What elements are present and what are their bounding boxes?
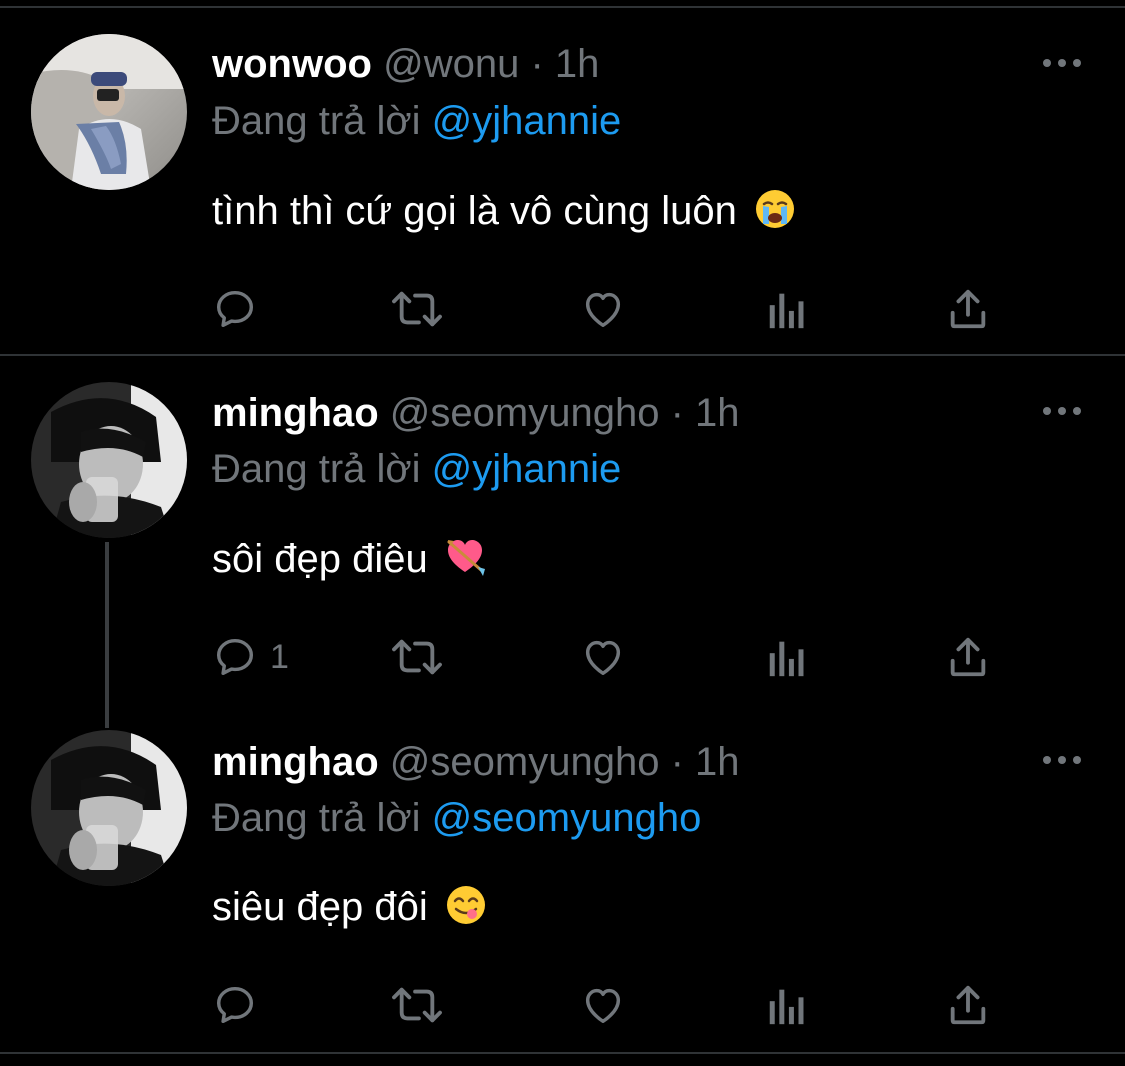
more-icon[interactable] bbox=[1040, 748, 1084, 772]
timestamp[interactable]: 1h bbox=[695, 391, 740, 435]
tweet-actions: 1 bbox=[212, 632, 1032, 682]
separator-dot: · bbox=[530, 42, 544, 86]
tweet-header: minghao @seomyungho · 1h bbox=[212, 738, 740, 786]
heart-icon bbox=[585, 988, 621, 1024]
share-button[interactable] bbox=[946, 284, 990, 334]
reply-button[interactable]: 1 bbox=[212, 632, 289, 682]
like-button[interactable] bbox=[579, 632, 627, 682]
share-button[interactable] bbox=[946, 632, 990, 682]
face-savoring-food-emoji bbox=[446, 886, 485, 924]
heart-icon bbox=[585, 640, 621, 676]
separator-dot: · bbox=[670, 391, 684, 435]
user-handle[interactable]: @seomyungho bbox=[390, 740, 660, 784]
replying-to: Đang trả lời @yjhannie bbox=[212, 445, 621, 493]
views-button[interactable] bbox=[765, 284, 809, 334]
timestamp[interactable]: 1h bbox=[555, 42, 600, 86]
reply-icon bbox=[216, 986, 254, 1024]
replying-to-label: Đang trả lời bbox=[212, 99, 421, 143]
replying-to: Đang trả lời @yjhannie bbox=[212, 97, 621, 145]
tweet-text: siêu đẹp đôi bbox=[212, 882, 487, 932]
avatar[interactable] bbox=[31, 730, 187, 886]
replying-to-label: Đang trả lời bbox=[212, 796, 421, 840]
more-icon[interactable] bbox=[1040, 399, 1084, 423]
reply-icon bbox=[216, 290, 254, 328]
tweet-minghao-2[interactable]: minghao @seomyungho · 1h Đang trả lời @s… bbox=[0, 706, 1125, 1052]
share-button[interactable] bbox=[946, 980, 990, 1030]
separator-dot: · bbox=[670, 740, 684, 784]
tweet-header: wonwoo @wonu · 1h bbox=[212, 40, 599, 88]
heart-with-arrow-emoji bbox=[447, 540, 485, 576]
bottom-divider bbox=[0, 1052, 1125, 1054]
thread-connector-line bbox=[105, 542, 109, 728]
replying-to-label: Đang trả lời bbox=[212, 447, 421, 491]
tweet-minghao-1[interactable]: minghao @seomyungho · 1h Đang trả lời @y… bbox=[0, 356, 1125, 728]
retweet-button[interactable] bbox=[388, 980, 446, 1030]
reply-count: 1 bbox=[270, 638, 289, 676]
retweet-button[interactable] bbox=[388, 284, 446, 334]
avatar[interactable] bbox=[31, 382, 187, 538]
tweet-text: sôi đẹp điêu bbox=[212, 534, 487, 584]
retweet-icon bbox=[392, 639, 442, 675]
share-icon bbox=[950, 985, 986, 1025]
views-button[interactable] bbox=[765, 980, 809, 1030]
user-handle[interactable]: @wonu bbox=[383, 42, 519, 86]
tweet-wonwoo[interactable]: wonwoo @wonu · 1h Đang trả lời @yjhannie… bbox=[0, 0, 1125, 356]
reply-mention-link[interactable]: @seomyungho bbox=[432, 796, 702, 840]
share-icon bbox=[950, 637, 986, 677]
display-name[interactable]: wonwoo bbox=[212, 42, 372, 86]
reply-button[interactable] bbox=[212, 284, 258, 334]
tweet-body: sôi đẹp điêu bbox=[212, 537, 428, 581]
avatar[interactable] bbox=[31, 34, 187, 190]
reply-button[interactable] bbox=[212, 980, 258, 1030]
display-name[interactable]: minghao bbox=[212, 391, 379, 435]
reply-mention-link[interactable]: @yjhannie bbox=[432, 99, 622, 143]
tweet-body: siêu đẹp đôi bbox=[212, 885, 428, 929]
heart-icon bbox=[585, 292, 621, 328]
like-button[interactable] bbox=[579, 980, 627, 1030]
reply-icon bbox=[216, 638, 254, 676]
views-button[interactable] bbox=[765, 632, 809, 682]
retweet-button[interactable] bbox=[388, 632, 446, 682]
user-handle[interactable]: @seomyungho bbox=[390, 391, 660, 435]
tweet-header: minghao @seomyungho · 1h bbox=[212, 389, 740, 437]
retweet-icon bbox=[392, 291, 442, 327]
retweet-icon bbox=[392, 987, 442, 1023]
views-icon bbox=[769, 641, 804, 677]
reply-mention-link[interactable]: @yjhannie bbox=[432, 447, 622, 491]
more-icon[interactable] bbox=[1040, 51, 1084, 75]
views-icon bbox=[769, 989, 804, 1025]
like-button[interactable] bbox=[579, 284, 627, 334]
share-icon bbox=[950, 289, 986, 329]
tweet-actions bbox=[212, 980, 1032, 1030]
loudly-crying-face-emoji bbox=[756, 190, 795, 228]
tweet-body: tình thì cứ gọi là vô cùng luôn bbox=[212, 189, 737, 233]
timestamp[interactable]: 1h bbox=[695, 740, 740, 784]
tweet-text: tình thì cứ gọi là vô cùng luôn bbox=[212, 186, 796, 236]
views-icon bbox=[769, 293, 804, 329]
replying-to: Đang trả lời @seomyungho bbox=[212, 794, 701, 842]
display-name[interactable]: minghao bbox=[212, 740, 379, 784]
tweet-actions bbox=[212, 284, 1032, 334]
